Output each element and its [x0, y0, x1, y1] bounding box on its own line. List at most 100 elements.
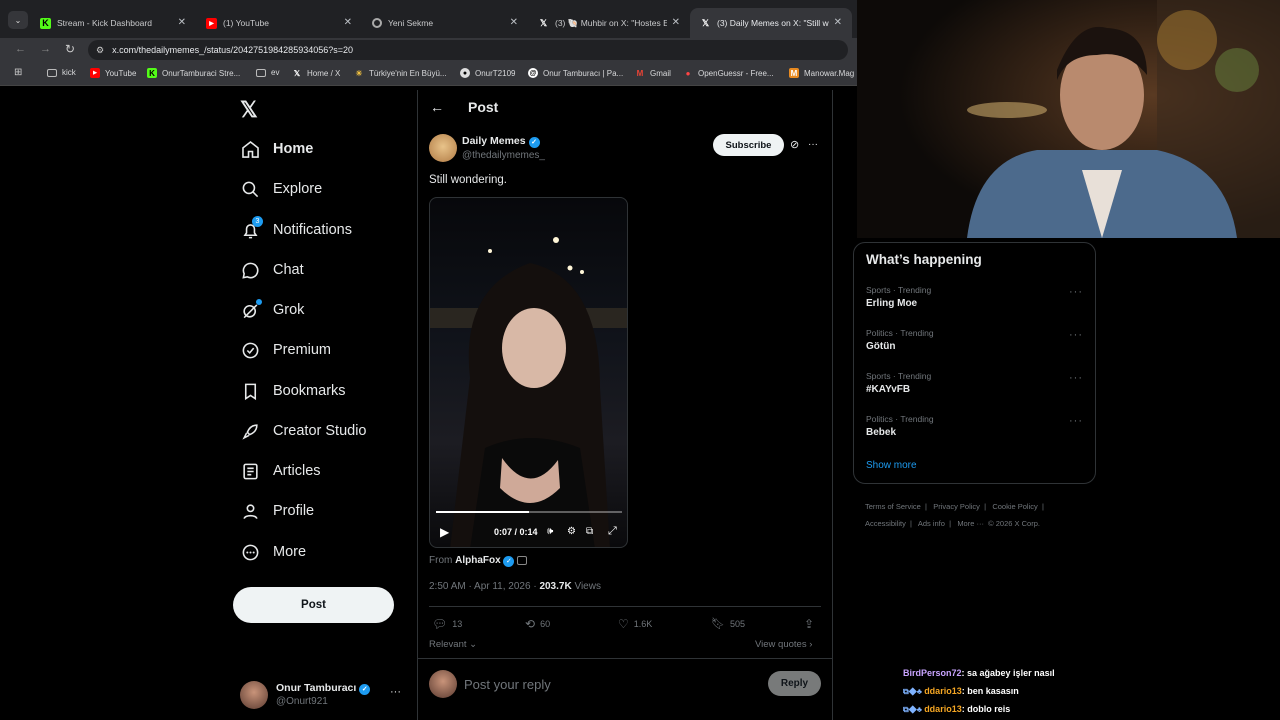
divider — [429, 606, 821, 607]
footer-link[interactable]: More ··· — [957, 519, 984, 528]
nav-more[interactable]: More — [240, 542, 306, 562]
grok-explain-icon[interactable]: ⊘ — [790, 138, 799, 151]
close-tab-icon[interactable]: ✕ — [672, 17, 680, 28]
nav-label: Articles — [273, 463, 321, 479]
nav-notifications[interactable]: 3 Notifications — [240, 216, 352, 240]
avatar — [240, 681, 268, 709]
view-quotes-link[interactable]: View quotes › — [755, 639, 812, 650]
profile-icon — [240, 501, 260, 521]
subscribe-button[interactable]: Subscribe — [713, 134, 784, 156]
bookmark-action[interactable]: 🔖︎ 505 — [711, 617, 745, 630]
nav-home[interactable]: Home — [240, 139, 313, 159]
nav-label: Bookmarks — [273, 383, 346, 399]
rocket-icon — [240, 421, 260, 441]
trend-item[interactable]: Politics · Trending Götün — [866, 328, 934, 352]
footer-link[interactable]: Terms of Service — [865, 502, 921, 511]
close-tab-icon[interactable]: ✕ — [344, 17, 352, 28]
trend-item[interactable]: Sports · Trending #KAYvFB — [866, 371, 931, 395]
author-avatar[interactable] — [429, 134, 457, 162]
settings-icon[interactable]: ⚙ — [567, 526, 576, 537]
nav-explore[interactable]: Explore — [240, 179, 322, 199]
tab-kick[interactable]: K Stream - Kick Dashboard ✕ — [30, 8, 196, 38]
nav-bookmarks[interactable]: Bookmarks — [240, 381, 346, 401]
folder-icon — [256, 68, 266, 77]
nav-profile[interactable]: Profile — [240, 501, 314, 521]
play-icon[interactable]: ▶ — [440, 525, 449, 539]
author-handle[interactable]: @thedailymemes_ — [462, 150, 545, 161]
video-player[interactable]: ▶ 0:07 / 0:14 🕪 ⚙ ⧉ ⤢ — [429, 197, 628, 548]
from-source[interactable]: From AlphaFox ✓ — [429, 555, 528, 567]
user-name: Onur Tamburacı ✓ — [276, 682, 371, 695]
reply-action[interactable]: 💬︎ 13 — [432, 617, 462, 631]
chat-text: : sa ağabey işler nasıl — [961, 668, 1055, 678]
tab-bar: ⌄ K Stream - Kick Dashboard ✕ ▶ (1) YouT… — [0, 0, 857, 38]
tab-new[interactable]: Yeni Sekme ✕ — [362, 8, 528, 38]
bookmark-turkiye[interactable]: ☀ Türkiye'nin En Büyü... — [354, 68, 446, 78]
more-dots-icon[interactable]: ··· — [390, 686, 401, 698]
close-tab-icon[interactable]: ✕ — [834, 17, 842, 28]
nav-grok[interactable]: Grok — [240, 299, 304, 320]
sort-relevant[interactable]: Relevant ⌄ — [429, 639, 477, 650]
chat-user: BirdPerson72 — [903, 668, 962, 678]
site-info-icon[interactable]: ⚙ — [96, 45, 104, 56]
tab-search-button[interactable]: ⌄ — [8, 11, 28, 29]
tab-daily-memes[interactable]: 𝕏 (3) Daily Memes on X: "Still wo ✕ — [690, 8, 852, 38]
bookmark-gmail[interactable]: M Gmail — [635, 68, 671, 78]
more-dots-icon[interactable]: ··· — [1069, 286, 1083, 298]
views-count: 203.7K — [539, 581, 572, 592]
share-icon[interactable]: ⇪ — [804, 617, 814, 631]
pip-icon[interactable]: ⧉ — [586, 526, 593, 537]
close-tab-icon[interactable]: ✕ — [510, 17, 518, 28]
back-arrow-icon[interactable]: ← — [430, 99, 444, 115]
bookmark-kick-stream[interactable]: K OnurTamburaci Stre... — [147, 68, 240, 78]
volume-icon[interactable]: 🕪 — [547, 526, 553, 537]
bookmark-ev[interactable]: ev — [256, 68, 279, 77]
reply-button[interactable]: Reply — [768, 671, 821, 696]
bookmark-kick[interactable]: kick — [47, 68, 76, 77]
nav-chat[interactable]: Chat — [240, 260, 304, 280]
bookmark-icon — [240, 381, 260, 401]
more-dots-icon[interactable]: ··· — [1069, 329, 1083, 341]
fullscreen-icon[interactable]: ⤢ — [608, 525, 617, 538]
github-icon: ● — [460, 68, 470, 78]
footer-link[interactable]: Privacy Policy — [933, 502, 980, 511]
bookmark-youtube[interactable]: ▶ YouTube — [90, 68, 136, 78]
trend-item[interactable]: Sports · Trending Erling Moe — [866, 285, 931, 309]
post-button[interactable]: Post — [233, 587, 394, 623]
close-tab-icon[interactable]: ✕ — [178, 17, 186, 28]
reload-icon[interactable]: ↻ — [65, 42, 75, 56]
footer-link[interactable]: Accessibility — [865, 519, 906, 528]
x-icon: 𝕏 — [701, 17, 710, 28]
bookmark-openguessr[interactable]: ● OpenGuessr - Free... — [683, 68, 774, 78]
more-dots-icon[interactable]: ··· — [808, 139, 818, 150]
nav-articles[interactable]: Articles — [240, 461, 321, 481]
nav-premium[interactable]: Premium — [240, 340, 331, 360]
bookmark-home-x[interactable]: 𝕏 Home / X — [292, 68, 341, 78]
trend-item[interactable]: Politics · Trending Bebek — [866, 414, 934, 438]
x-logo-icon[interactable]: 𝕏 — [240, 97, 258, 123]
more-dots-icon[interactable]: ··· — [1069, 415, 1083, 427]
chat-text: : doblo reis — [961, 704, 1011, 714]
forward-icon[interactable]: → — [40, 43, 51, 55]
bookmark-onur-pa[interactable]: @ Onur Tamburacı | Pa... — [528, 68, 623, 78]
footer-link[interactable]: Ads info — [918, 519, 945, 528]
bookmark-manowar[interactable]: M Manowar.Mag — [789, 68, 854, 78]
nav-creator-studio[interactable]: Creator Studio — [240, 421, 367, 441]
apps-icon[interactable]: ⊞ — [14, 67, 22, 78]
tab-muhbir[interactable]: 𝕏 (3) 🐚 Muhbir on X: "Hostes Es ✕ — [528, 8, 690, 38]
like-action[interactable]: ♡ 1.6K — [618, 617, 652, 631]
video-time: 0:07 / 0:14 — [494, 527, 538, 537]
author-name[interactable]: Daily Memes ✓ — [462, 135, 540, 148]
tab-title: (3) Daily Memes on X: "Still wo — [717, 18, 829, 28]
footer-link[interactable]: Cookie Policy — [992, 502, 1037, 511]
show-more-link[interactable]: Show more — [866, 460, 917, 471]
reply-input[interactable]: Post your reply — [464, 677, 551, 692]
bookmark-onurt[interactable]: ● OnurT2109 — [460, 68, 515, 78]
url-input[interactable]: ⚙ x.com/thedailymemes_/status/2042751984… — [88, 40, 848, 60]
back-icon[interactable]: ← — [15, 43, 26, 55]
tab-youtube[interactable]: ▶ (1) YouTube ✕ — [196, 8, 362, 38]
more-dots-icon[interactable]: ··· — [1069, 372, 1083, 384]
video-progress-track[interactable] — [436, 511, 622, 513]
account-switcher[interactable]: Onur Tamburacı ✓ @Onurt921 ··· — [240, 680, 405, 710]
repost-action[interactable]: ⟲ 60 — [525, 617, 550, 631]
